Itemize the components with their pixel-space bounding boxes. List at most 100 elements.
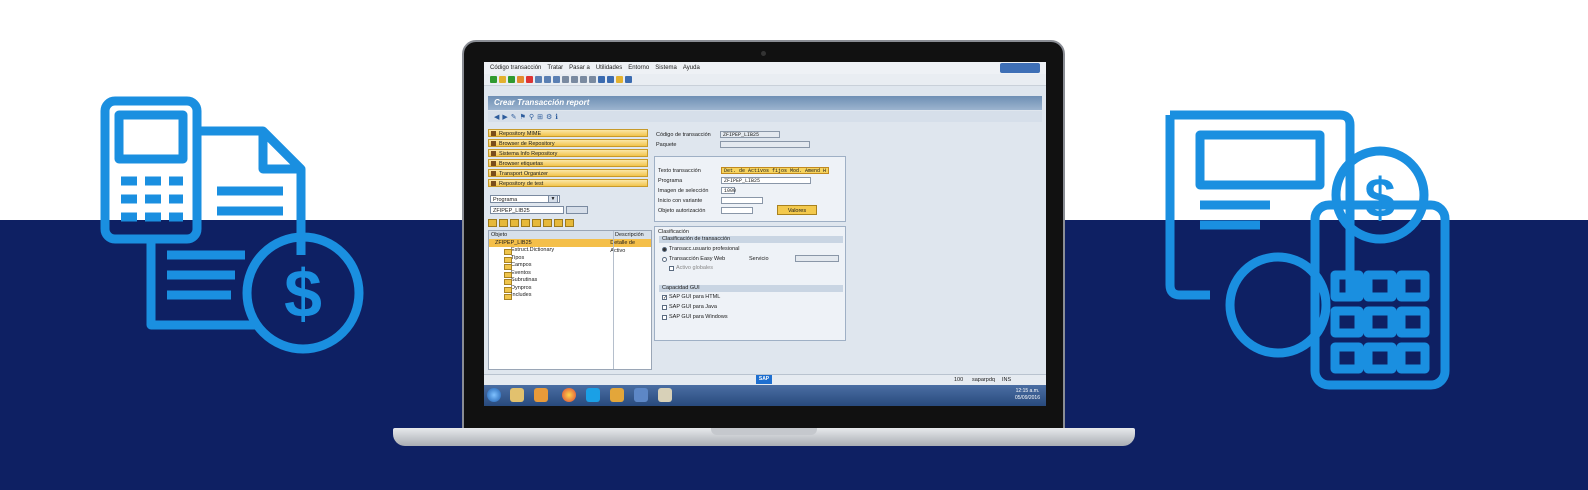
package-label: Paquete: [656, 142, 677, 148]
tree-root-label: ZFIPEP_LIB25: [495, 240, 532, 246]
menu-item-edit[interactable]: Tratar: [547, 65, 563, 71]
skype-icon[interactable]: [586, 388, 600, 402]
print-icon[interactable]: [535, 76, 542, 83]
service-input: [795, 255, 839, 262]
menu-item-help[interactable]: Ayuda: [683, 65, 700, 71]
back-icon[interactable]: [508, 76, 515, 83]
menu-item-utilities[interactable]: Utilidades: [596, 65, 622, 71]
tree-node[interactable]: Dynpros: [489, 285, 651, 292]
cancel-icon[interactable]: [526, 76, 533, 83]
tree-col-description: Descripción: [615, 232, 644, 238]
svg-text:$: $: [284, 256, 322, 332]
invoice-calculator-icon: $: [100, 96, 364, 354]
radio-professional[interactable]: [662, 247, 667, 252]
find-next-icon[interactable]: [553, 76, 560, 83]
tree-expand-icon[interactable]: [521, 219, 530, 227]
where-used-icon[interactable]: ⊞: [537, 113, 543, 121]
tree-node[interactable]: Estruct.Dictionary: [489, 247, 651, 255]
menu-item-system[interactable]: Sistema: [655, 65, 677, 71]
tree-refresh-icon[interactable]: [543, 219, 552, 227]
hierarchy-icon[interactable]: ⚙: [546, 113, 552, 121]
radio-easyweb-label: Transacción Easy Web: [669, 256, 726, 262]
tree-node[interactable]: Tipos: [489, 255, 651, 262]
tree-header: Objeto Descripción: [489, 231, 651, 239]
media-player-icon[interactable]: [534, 388, 548, 402]
values-button[interactable]: Valores: [777, 205, 817, 215]
variant-input[interactable]: [721, 197, 763, 204]
chrome-icon[interactable]: [562, 388, 576, 402]
pos-terminal-icon: $: [1165, 110, 1450, 390]
help-icon[interactable]: [616, 76, 623, 83]
sap-logon-icon[interactable]: [610, 388, 624, 402]
activate-icon[interactable]: ⚑: [520, 113, 526, 121]
enter-icon[interactable]: [490, 76, 497, 83]
exit-icon[interactable]: [517, 76, 524, 83]
back-arrow-icon[interactable]: ◀: [494, 113, 499, 121]
program-input[interactable]: ZFIPEP_LIB25: [721, 177, 811, 184]
tag-browser-button[interactable]: Browser etiquetas: [488, 159, 648, 167]
test-repository-button[interactable]: Repository de test: [488, 179, 648, 187]
tree-node[interactable]: Campos: [489, 262, 651, 270]
global-label: Activo globales: [676, 265, 713, 271]
package-field: [720, 141, 810, 148]
tree-forward-icon[interactable]: [499, 219, 508, 227]
tree-node[interactable]: Subrutinas: [489, 277, 651, 285]
tree-search-icon[interactable]: [565, 219, 574, 227]
tree-up-icon[interactable]: [510, 219, 519, 227]
start-button-icon[interactable]: [487, 388, 501, 402]
radio-easyweb[interactable]: [662, 257, 667, 262]
other-object-icon[interactable]: ⚲: [529, 113, 534, 121]
object-name-input[interactable]: ZFIPEP_LIB25: [490, 206, 564, 214]
tree-node[interactable]: Eventos: [489, 270, 651, 277]
menu-item-environment[interactable]: Entorno: [628, 65, 649, 71]
tree-collapse-icon[interactable]: [532, 219, 541, 227]
repository-info-button[interactable]: Sistema Info Repository: [488, 149, 648, 157]
save-icon[interactable]: [499, 76, 506, 83]
classification-header: Clasificación: [658, 229, 689, 235]
menu-item-transaction[interactable]: Código transacción: [490, 65, 541, 71]
tcode-label: Código de transacción: [656, 132, 711, 138]
selection-screen-input[interactable]: 1000: [721, 187, 736, 194]
tree-root-row[interactable]: ZFIPEP_LIB25 Detalle de Activo: [489, 239, 651, 254]
gui-windows-checkbox[interactable]: [662, 315, 667, 320]
tree-back-icon[interactable]: [488, 219, 497, 227]
window-app-icon[interactable]: [634, 388, 648, 402]
page-title: Crear Transacción report: [488, 96, 1042, 110]
auth-object-input[interactable]: [721, 207, 753, 214]
gui-windows-label: SAP GUI para Windows: [669, 314, 728, 320]
laptop-notch: [711, 428, 817, 435]
tree-root-description: Detalle de Activo: [610, 240, 636, 254]
menu-item-goto[interactable]: Pasar a: [569, 65, 590, 71]
tree-layout-icon[interactable]: [554, 219, 563, 227]
global-checkbox[interactable]: [669, 266, 674, 271]
transport-organizer-button[interactable]: Transport Organizer: [488, 169, 648, 177]
file-explorer-icon[interactable]: [510, 388, 524, 402]
new-session-icon[interactable]: [598, 76, 605, 83]
repository-mime-button[interactable]: Repository MIME: [488, 129, 648, 137]
tree-node[interactable]: Includes: [489, 292, 651, 300]
tcode-field: ZFIPEP_LIB25: [720, 131, 780, 138]
shortcut-icon[interactable]: [607, 76, 614, 83]
next-page-icon[interactable]: [580, 76, 587, 83]
find-icon[interactable]: [544, 76, 551, 83]
object-display-button[interactable]: [566, 206, 588, 214]
chevron-down-icon[interactable]: ▼: [548, 195, 558, 203]
gui-html-checkbox[interactable]: ✓: [662, 295, 667, 301]
notes-icon[interactable]: [658, 388, 672, 402]
first-page-icon[interactable]: [562, 76, 569, 83]
menu-bar: Código transacción Tratar Pasar a Utilid…: [484, 62, 1046, 74]
prev-page-icon[interactable]: [571, 76, 578, 83]
display-change-icon[interactable]: ✎: [511, 113, 517, 121]
screen-label: Imagen de selección: [658, 188, 709, 194]
info-icon[interactable]: ℹ: [555, 113, 558, 121]
window-controls[interactable]: [1000, 63, 1040, 73]
last-page-icon[interactable]: [589, 76, 596, 83]
layout-icon[interactable]: [625, 76, 632, 83]
transaction-text-input[interactable]: Det. de Activos fijos Mod. Amend H: [721, 167, 829, 174]
sap-screen: Código transacción Tratar Pasar a Utilid…: [484, 62, 1046, 406]
tree-col-object: Objeto: [491, 232, 508, 238]
gui-java-checkbox[interactable]: [662, 305, 667, 310]
forward-arrow-icon[interactable]: ▶: [502, 113, 507, 121]
tree-column-divider: [613, 231, 614, 369]
repository-browser-button[interactable]: Browser de Repository: [488, 139, 648, 147]
